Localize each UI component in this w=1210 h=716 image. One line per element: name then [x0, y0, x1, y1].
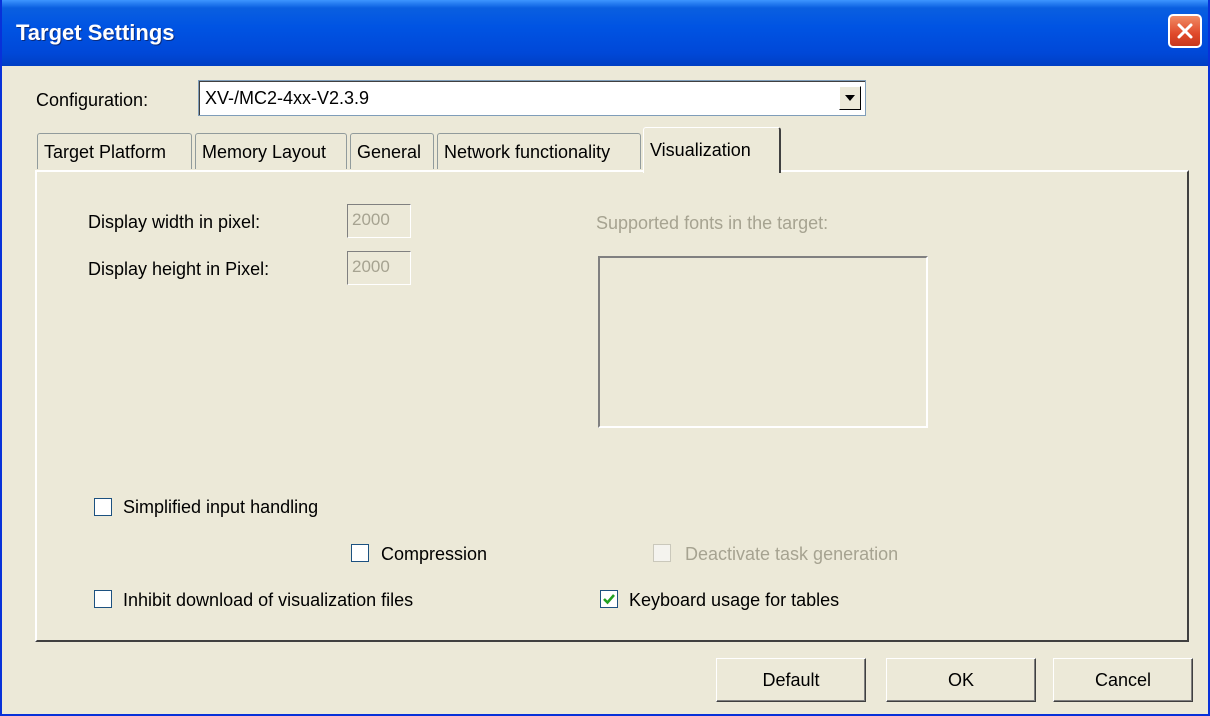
default-button[interactable]: Default [716, 658, 866, 702]
tab-general[interactable]: General [350, 133, 434, 169]
tab-visualization[interactable]: Visualization [643, 127, 781, 173]
close-button[interactable] [1168, 14, 1202, 48]
configuration-label: Configuration: [36, 90, 149, 110]
ok-button[interactable]: OK [886, 658, 1036, 702]
chevron-down-icon [845, 95, 855, 101]
close-icon [1177, 23, 1193, 39]
tab-network-functionality[interactable]: Network functionality [437, 133, 641, 169]
configuration-value: XV-/MC2-4xx-V2.3.9 [205, 88, 370, 108]
visualization-panel [35, 170, 1189, 642]
window-title: Target Settings [16, 20, 175, 45]
target-settings-dialog: Target Settings Configuration: XV-/MC2-4… [0, 0, 1210, 716]
tab-memory-layout[interactable]: Memory Layout [195, 133, 347, 169]
tab-target-platform[interactable]: Target Platform [37, 133, 192, 169]
configuration-dropdown-button[interactable] [839, 86, 861, 110]
title-bar[interactable]: Target Settings [2, 0, 1208, 66]
configuration-dropdown[interactable]: XV-/MC2-4xx-V2.3.9 [198, 80, 866, 116]
cancel-button[interactable]: Cancel [1053, 658, 1193, 702]
